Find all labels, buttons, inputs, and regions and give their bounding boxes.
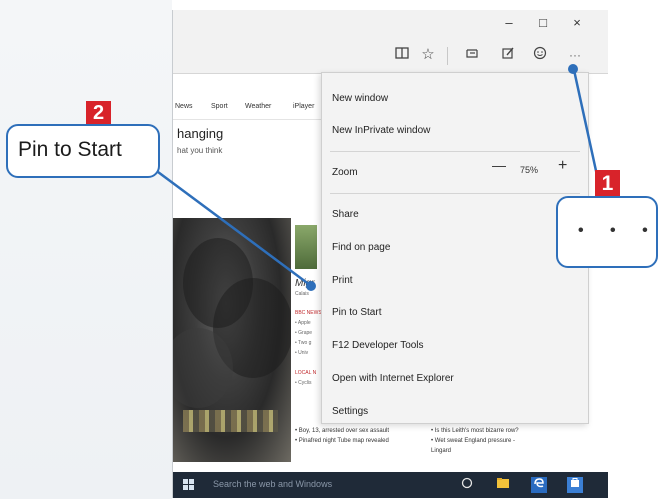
callout-pin-to-start-label: Pin to Start <box>18 138 122 161</box>
nav-tab-iplayer[interactable]: iPlayer <box>293 103 314 110</box>
windows-start-icon[interactable] <box>183 479 195 491</box>
page-subline: hat you think <box>177 146 223 155</box>
minimize-button[interactable]: – <box>499 15 519 30</box>
article-title[interactable]: Migr <box>295 278 314 289</box>
reading-view-icon[interactable] <box>393 46 411 64</box>
site-nav-strip: News Sport Weather iPlayer <box>173 98 323 120</box>
zoom-in-button[interactable]: + <box>558 157 567 175</box>
menu-item-share[interactable]: Share <box>332 209 359 220</box>
menu-item-pin-to-start[interactable]: Pin to Start <box>332 307 381 318</box>
menu-item-f12-developer-tools[interactable]: F12 Developer Tools <box>332 340 424 351</box>
list-item[interactable]: • Apple <box>295 320 311 326</box>
favorites-star-icon[interactable]: ☆ <box>419 46 437 64</box>
more-dots-icon: • • • <box>578 222 659 239</box>
list-item[interactable]: • Univ <box>295 350 308 356</box>
windows-taskbar: Search the web and Windows <box>173 472 608 498</box>
browser-toolbar: ☆ ··· <box>173 38 608 74</box>
article-thumbnail[interactable] <box>295 225 317 269</box>
section-label: BBC NEWS <box>295 310 322 316</box>
menu-item-new-inprivate[interactable]: New InPrivate window <box>332 125 430 136</box>
list-item[interactable]: • Two g <box>295 340 311 346</box>
zoom-out-button[interactable]: — <box>492 157 506 173</box>
feedback-smiley-icon[interactable] <box>531 46 549 64</box>
task-view-icon[interactable] <box>459 477 475 493</box>
news-photo[interactable] <box>173 218 291 462</box>
web-note-icon[interactable] <box>499 46 517 64</box>
zoom-label: Zoom <box>332 167 358 178</box>
bottom-news-right: • Is this Leith's most bizarre row? • We… <box>431 426 519 456</box>
list-item[interactable]: Lingard <box>431 446 519 456</box>
background-left <box>0 0 172 499</box>
nav-tab-sport[interactable]: Sport <box>211 103 228 110</box>
step-1-badge: 1 <box>595 170 620 197</box>
list-item[interactable]: • Wet sweat England pressure - <box>431 436 519 446</box>
step-2-badge: 2 <box>86 101 111 126</box>
list-item[interactable]: • Boy, 13, arrested over sex assault <box>295 426 389 436</box>
maximize-button[interactable]: □ <box>533 15 553 30</box>
menu-item-find-on-page[interactable]: Find on page <box>332 242 390 253</box>
title-bar: – □ × <box>173 10 608 38</box>
page-headline[interactable]: hanging <box>177 126 223 141</box>
nav-tab-news[interactable]: News <box>175 103 193 110</box>
toolbar-divider <box>447 47 448 65</box>
list-item[interactable]: • Pinafred night Tube map revealed <box>295 436 389 446</box>
more-actions-icon[interactable]: ··· <box>563 46 587 64</box>
menu-divider <box>330 151 580 152</box>
zoom-level: 75% <box>520 165 539 175</box>
list-item[interactable]: • Cyclis <box>295 380 311 386</box>
more-actions-menu: New window New InPrivate window Zoom — 7… <box>321 72 589 424</box>
menu-item-settings[interactable]: Settings <box>332 406 368 417</box>
close-button[interactable]: × <box>567 15 587 30</box>
bottom-news-left: • Boy, 13, arrested over sex assault • P… <box>295 426 389 446</box>
edge-browser-taskbar-icon[interactable] <box>531 477 547 493</box>
article-subtitle: Calais <box>295 291 309 297</box>
hub-icon[interactable] <box>463 46 481 64</box>
list-item[interactable]: • Grape <box>295 330 312 336</box>
menu-item-open-with-ie[interactable]: Open with Internet Explorer <box>332 373 454 384</box>
local-label: LOCAL N <box>295 370 317 376</box>
menu-item-new-window[interactable]: New window <box>332 93 388 104</box>
list-item[interactable]: • Is this Leith's most bizarre row? <box>431 426 519 436</box>
edge-browser-window: – □ × ☆ ··· News Sport Weather iPlayer h… <box>172 10 608 498</box>
menu-item-print[interactable]: Print <box>332 275 353 286</box>
file-explorer-icon[interactable] <box>495 477 511 493</box>
store-icon[interactable] <box>567 477 583 493</box>
nav-tab-weather[interactable]: Weather <box>245 103 271 110</box>
menu-divider <box>330 193 580 194</box>
taskbar-search-input[interactable]: Search the web and Windows <box>213 479 332 489</box>
